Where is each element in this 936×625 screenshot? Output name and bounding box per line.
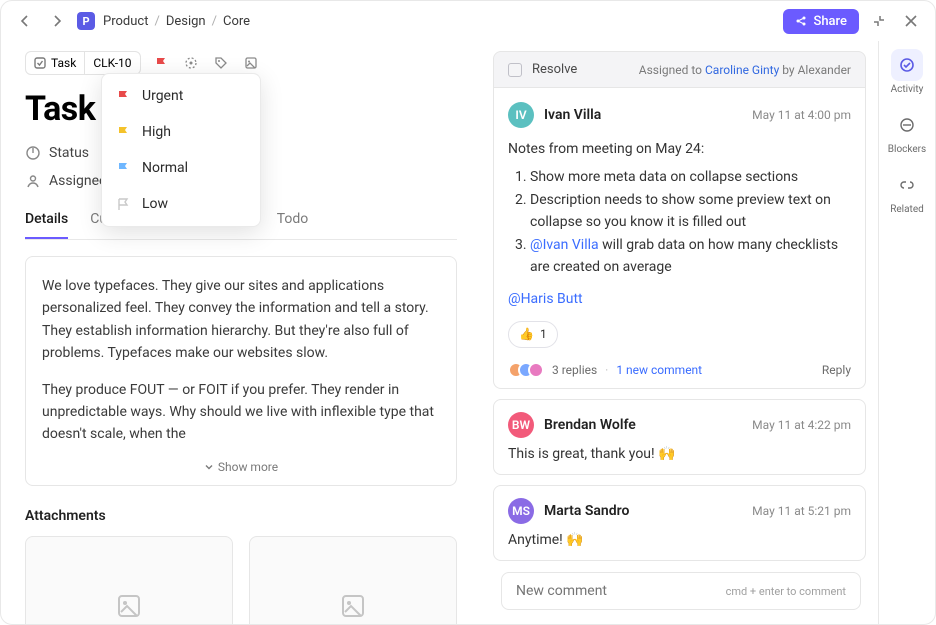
reply-avatars [508,362,544,378]
priority-urgent[interactable]: Urgent [102,78,260,114]
reaction-button[interactable]: 👍1 [508,321,558,348]
avatar: IV [508,102,534,128]
comment: BW Brendan Wolfe May 11 at 4:22 pm This … [493,399,866,475]
attachment-placeholder[interactable] [249,536,457,624]
close-icon[interactable] [899,9,923,33]
share-button[interactable]: Share [783,9,859,34]
tab-todo[interactable]: Todo [277,211,309,239]
breadcrumb-product[interactable]: Product [103,14,148,29]
comment-body: Notes from meeting on May 24: Show more … [508,138,851,348]
task-id: CLK-10 [93,56,131,70]
app-icon: P [77,12,95,30]
reply-button[interactable]: Reply [822,363,851,377]
comment-author: Brendan Wolfe [544,417,636,433]
comment-hint: cmd + enter to comment [726,585,846,598]
share-label: Share [813,14,847,29]
flag-icon[interactable] [151,53,171,73]
list-item: Show more meta data on collapse sections [530,166,851,188]
list-item: Description needs to show some preview t… [530,189,851,234]
resolve-checkbox[interactable] [508,63,522,77]
show-more-button[interactable]: Show more [42,458,440,477]
tag-icon[interactable] [211,53,231,73]
resolve-label[interactable]: Resolve [532,62,577,77]
rail-related[interactable]: Related [890,169,924,215]
sprint-icon[interactable] [181,53,201,73]
new-comment-input[interactable]: cmd + enter to comment [501,572,861,610]
priority-low[interactable]: Low [102,186,260,222]
tab-details[interactable]: Details [25,211,68,239]
comment-time: May 11 at 5:21 pm [752,504,851,518]
priority-high[interactable]: High [102,114,260,150]
breadcrumb-core[interactable]: Core [223,14,250,29]
rail-blockers[interactable]: Blockers [888,109,926,155]
attachments-title: Attachments [25,508,457,524]
comment-time: May 11 at 4:00 pm [752,108,851,122]
comment: MS Marta Sandro May 11 at 5:21 pm Anytim… [493,485,866,561]
comment-time: May 11 at 4:22 pm [752,418,851,432]
avatar: MS [508,498,534,524]
priority-dropdown[interactable]: Urgent High Normal Low [101,73,261,227]
image-icon[interactable] [241,53,261,73]
comment-author: Ivan Villa [544,107,601,123]
priority-normal[interactable]: Normal [102,150,260,186]
comment-thread: IV Ivan Villa May 11 at 4:00 pm Notes fr… [493,88,866,389]
comment-textbox[interactable] [516,583,726,599]
breadcrumb[interactable]: Product/ Design/ Core [103,14,250,29]
comment-author: Marta Sandro [544,503,629,519]
back-button[interactable] [13,9,37,33]
resolve-bar: Resolve Assigned to Caroline Ginty by Al… [493,51,866,88]
new-comments[interactable]: 1 new comment [616,363,702,377]
collapse-icon[interactable] [867,9,891,33]
description[interactable]: We love typefaces. They give our sites a… [25,256,457,486]
replies-count[interactable]: 3 replies [552,363,597,377]
avatar: BW [508,412,534,438]
task-chip[interactable]: Task CLK-10 [25,51,141,75]
assigned-to: Assigned to Caroline Ginty by Alexander [639,63,851,77]
rail-activity[interactable]: Activity [891,49,924,95]
breadcrumb-design[interactable]: Design [166,14,206,29]
attachment-placeholder[interactable] [25,536,233,624]
forward-button[interactable] [45,9,69,33]
list-item: @Ivan Villa will grab data on how many c… [530,234,851,279]
thread-footer: 3 replies · 1 new comment Reply [508,362,851,378]
mention[interactable]: @Haris Butt [508,288,851,310]
side-rail: Activity Blockers Related [879,41,935,624]
